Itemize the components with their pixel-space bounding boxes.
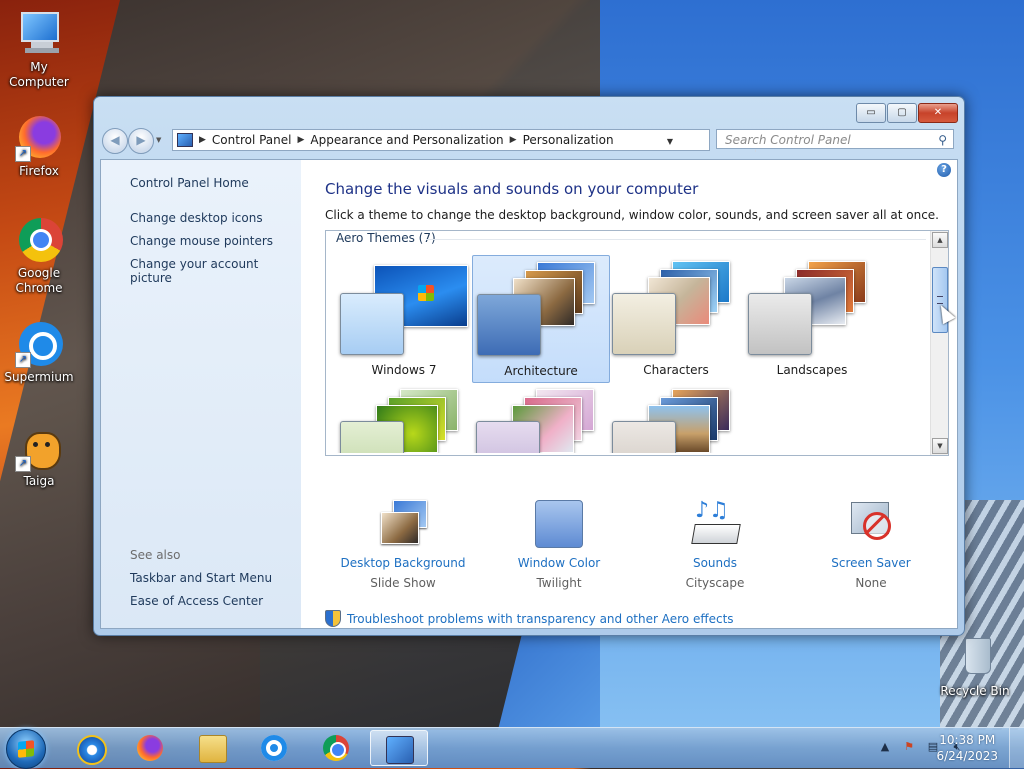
theme-preview <box>340 261 468 355</box>
action-center-icon[interactable]: ⚑ <box>902 740 916 754</box>
address-bar[interactable]: ▶ Control Panel ▶ Appearance and Persona… <box>172 129 773 152</box>
file-explorer-icon <box>199 735 227 763</box>
change-account-picture-link[interactable]: Change your account picture <box>130 257 301 285</box>
breadcrumb-separator-icon: ▶ <box>297 135 305 145</box>
taiga-cat-icon: ↗ <box>15 424 63 472</box>
firefox-icon: ↗ <box>15 114 63 162</box>
desktop-icon-google-chrome[interactable]: Google Chrome <box>0 216 78 296</box>
clock-date: 6/24/2023 <box>936 749 998 763</box>
screen-saver-icon <box>847 500 895 548</box>
internet-explorer-icon <box>77 735 107 765</box>
theme-settings-row: Desktop Background Slide Show Window Col… <box>325 500 957 600</box>
supermium-icon: ↗ <box>15 320 63 368</box>
taskbar-supermium[interactable] <box>246 730 304 766</box>
themes-scrollbar[interactable]: ▲ ▼ <box>930 231 948 455</box>
theme-united-states[interactable] <box>608 383 744 453</box>
theme-architecture[interactable]: Architecture <box>472 255 610 383</box>
desktop-icon-taiga[interactable]: ↗ Taiga <box>0 424 78 489</box>
supermium-icon <box>261 735 287 761</box>
taskbar-control-panel[interactable] <box>370 730 428 766</box>
theme-characters[interactable]: Characters <box>608 255 744 381</box>
breadcrumb-separator-icon: ▶ <box>199 135 206 145</box>
desktop-icon-my-computer[interactable]: My Computer <box>0 10 78 90</box>
taskbar-start-menu-link[interactable]: Taskbar and Start Menu <box>130 571 272 585</box>
show-hidden-icons-icon[interactable]: ▲ <box>878 740 892 754</box>
theme-preview <box>748 261 876 355</box>
clock-time: 10:38 PM <box>939 733 996 747</box>
change-desktop-icons-link[interactable]: Change desktop icons <box>130 211 263 225</box>
scroll-thumb[interactable] <box>932 267 948 333</box>
computer-icon <box>15 10 63 58</box>
see-also-heading: See also <box>130 548 181 562</box>
chrome-icon <box>15 216 63 264</box>
window-controls: ▭ ▢ ✕ <box>856 103 958 123</box>
navigation-bar: ◀ ▶ ▼ ▶ Control Panel ▶ Appearance and P… <box>102 127 956 154</box>
breadcrumb-personalization[interactable]: Personalization <box>523 133 614 147</box>
windows-logo-icon <box>18 740 34 758</box>
shield-icon <box>325 610 341 627</box>
desktop-background-setting[interactable]: Desktop Background Slide Show <box>333 500 473 590</box>
themes-list: Aero Themes (7) Windows 7 Architecture C… <box>325 230 949 456</box>
minimize-button[interactable]: ▭ <box>856 103 886 123</box>
search-icon[interactable]: ⚲ <box>938 130 947 150</box>
start-button[interactable] <box>6 729 46 769</box>
aero-themes-group-label: Aero Themes (7) <box>336 231 440 245</box>
taskbar-firefox[interactable] <box>122 730 180 766</box>
show-desktop-button[interactable] <box>1009 728 1024 768</box>
main-pane: Change the visuals and sounds on your co… <box>325 160 957 628</box>
window-color-icon <box>535 500 583 548</box>
recycle-bin-icon <box>951 634 999 682</box>
taskbar-file-explorer[interactable] <box>184 730 242 766</box>
breadcrumb-control-panel[interactable]: Control Panel <box>212 133 292 147</box>
change-mouse-pointers-link[interactable]: Change mouse pointers <box>130 234 273 248</box>
breadcrumb-appearance[interactable]: Appearance and Personalization <box>310 133 503 147</box>
window-color-setting[interactable]: Window Color Twilight <box>489 500 629 590</box>
troubleshoot-aero-link[interactable]: Troubleshoot problems with transparency … <box>325 610 734 627</box>
desktop-icon-supermium[interactable]: ↗ Supermium <box>0 320 78 385</box>
firefox-icon <box>137 735 163 761</box>
taskbar-chrome[interactable] <box>308 730 366 766</box>
desktop-background-icon <box>379 500 427 548</box>
theme-preview <box>612 389 740 453</box>
task-pane: Control Panel Home Change desktop icons … <box>101 160 301 628</box>
window-content: Control Panel Home Change desktop icons … <box>100 159 958 629</box>
recent-pages-dropdown-icon[interactable]: ▼ <box>156 136 161 144</box>
sounds-setting[interactable]: ♪♫ Sounds Cityscape <box>645 500 785 591</box>
screen-saver-setting[interactable]: Screen Saver None <box>801 500 941 590</box>
search-input[interactable]: Search Control Panel ⚲ <box>716 129 954 149</box>
control-panel-icon <box>177 133 193 147</box>
taskbar-internet-explorer[interactable] <box>62 730 120 766</box>
maximize-button[interactable]: ▢ <box>887 103 917 123</box>
control-panel-icon <box>386 736 414 764</box>
page-title: Change the visuals and sounds on your co… <box>325 180 699 198</box>
breadcrumb-separator-icon: ▶ <box>509 135 517 145</box>
theme-preview <box>612 261 740 355</box>
scroll-down-icon[interactable]: ▼ <box>932 438 948 454</box>
control-panel-home-link[interactable]: Control Panel Home <box>130 176 249 190</box>
back-button[interactable]: ◀ <box>102 128 128 154</box>
desktop-icon-recycle-bin[interactable]: Recycle Bin <box>936 634 1014 699</box>
address-dropdown-icon[interactable]: ▼ <box>667 137 673 146</box>
close-button[interactable]: ✕ <box>918 103 958 123</box>
taskbar: ▲ ⚑ ▤ 🔇︎ 10:38 PM 6/24/2023 <box>0 727 1024 769</box>
theme-preview <box>477 262 605 356</box>
clock[interactable]: 10:38 PM 6/24/2023 <box>936 732 998 764</box>
personalization-window: ▭ ▢ ✕ ◀ ▶ ▼ ▶ Control Panel ▶ Appearance… <box>93 96 965 636</box>
theme-windows-7[interactable]: Windows 7 <box>336 255 472 381</box>
theme-landscapes[interactable]: Landscapes <box>744 255 880 381</box>
back-arrow-icon: ◀ <box>110 133 120 147</box>
ease-of-access-link[interactable]: Ease of Access Center <box>130 594 263 608</box>
theme-preview <box>340 389 468 453</box>
theme-nature[interactable] <box>336 383 472 453</box>
page-description: Click a theme to change the desktop back… <box>325 208 939 222</box>
group-divider <box>426 239 926 240</box>
forward-button[interactable]: ▶ <box>128 128 154 154</box>
theme-preview <box>476 389 604 453</box>
scroll-up-icon[interactable]: ▲ <box>932 232 948 248</box>
forward-arrow-icon: ▶ <box>136 133 146 147</box>
theme-scenes[interactable] <box>472 383 608 453</box>
sounds-icon: ♪♫ <box>691 500 741 548</box>
desktop-icon-firefox[interactable]: ↗ Firefox <box>0 114 78 179</box>
